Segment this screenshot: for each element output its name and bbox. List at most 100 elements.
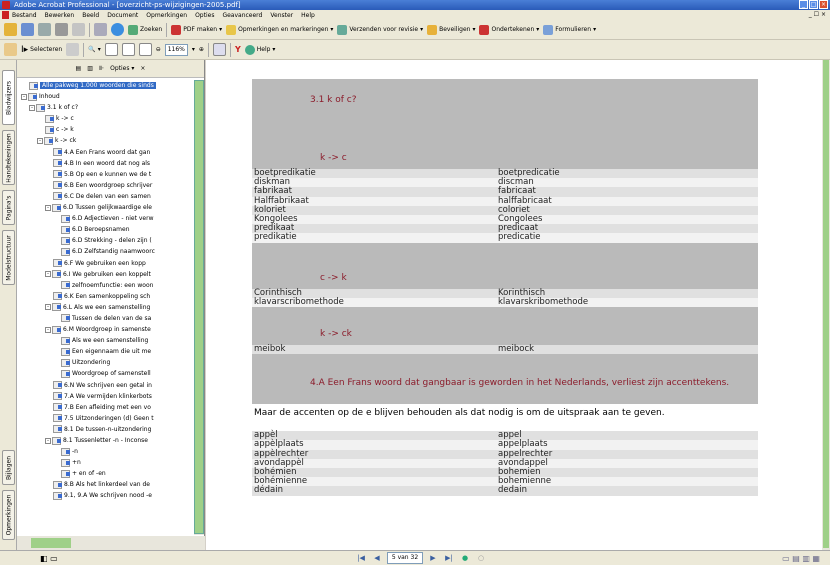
bookmark-item[interactable]: - 6.M Woordgroep in samenste: [17, 324, 193, 335]
bookmark-item[interactable]: - 6.D Tussen gelijkwaardige ele: [17, 202, 193, 213]
fit-width-icon[interactable]: [138, 43, 152, 56]
collapse-toggle-icon[interactable]: -: [45, 271, 51, 278]
edit-icon[interactable]: [94, 23, 107, 36]
bookmark-item[interactable]: -n: [17, 446, 193, 457]
menu-item-beeld[interactable]: Beeld: [82, 12, 99, 19]
mdi-controls[interactable]: _ ☐ ×: [809, 10, 826, 20]
scroll-thumb[interactable]: [194, 80, 204, 534]
bookmark-item[interactable]: 4.A Een Frans woord dat gan: [17, 147, 193, 158]
navtab-handtekeningen[interactable]: Handtekeningen: [2, 130, 15, 185]
bookmark-item[interactable]: k -> c: [17, 113, 193, 124]
navtab-bladwijzers[interactable]: Bladwijzers: [2, 70, 15, 125]
menu-item-opties[interactable]: Opties: [195, 12, 214, 19]
restore-button[interactable]: □: [809, 0, 818, 9]
menu-item-help[interactable]: Help: [301, 12, 315, 19]
zoom-in-button[interactable]: ⊕: [199, 46, 204, 53]
bookmark-item[interactable]: Tussen de delen van de sa: [17, 313, 193, 324]
next-page-button[interactable]: ▶: [427, 553, 439, 563]
prev-page-button[interactable]: ◀: [371, 553, 383, 563]
bookmark-item[interactable]: 5.B Op een e kunnen we de t: [17, 169, 193, 180]
rotate-icon[interactable]: [212, 43, 226, 56]
save-icon[interactable]: [38, 23, 51, 36]
bookmark-item[interactable]: Een eigennaam die uit me: [17, 346, 193, 357]
zoom-field[interactable]: 116%: [164, 43, 188, 56]
menu-item-venster[interactable]: Venster: [270, 12, 293, 19]
collapse-toggle-icon[interactable]: -: [29, 104, 35, 111]
comments-button[interactable]: Opmerkingen en markeringen ▾: [226, 24, 333, 35]
open-icon[interactable]: [4, 23, 17, 36]
bookmark-item[interactable]: zelfnoemfunctie: een woon: [17, 280, 193, 291]
snapshot-icon[interactable]: [66, 43, 80, 56]
expand-bookmark-icon[interactable]: ⊪: [99, 65, 104, 72]
collapse-toggle-icon[interactable]: -: [21, 93, 27, 100]
page-layout-icons[interactable]: ▭ ▤ ▥ ▦: [782, 554, 820, 563]
close-panel-icon[interactable]: ×: [140, 65, 145, 72]
bookmark-item[interactable]: Alle pakweg 1.000 woorden die sinds: [17, 80, 193, 91]
bookmark-item[interactable]: - 3.1 k of c?: [17, 102, 193, 113]
collapse-toggle-icon[interactable]: -: [45, 304, 51, 311]
forms-button[interactable]: Formulieren ▾: [543, 24, 596, 35]
bookmark-item[interactable]: - 6.I We gebruiken een koppelt: [17, 269, 193, 280]
bookmark-item[interactable]: 8.B Als het linkerdeel van de: [17, 479, 193, 490]
adobe-button[interactable]: Y: [235, 45, 241, 54]
menu-item-bestand[interactable]: Bestand: [12, 12, 37, 19]
page-indicator[interactable]: 5 van 32: [387, 552, 423, 564]
collapse-toggle-icon[interactable]: -: [45, 326, 51, 333]
bookmark-item[interactable]: - Inhoud: [17, 91, 193, 102]
bookmark-item[interactable]: 8.1 De tussen-n-uitzondering: [17, 424, 193, 435]
search-button[interactable]: Zoeken: [128, 24, 162, 35]
menu-item-document[interactable]: Document: [107, 12, 138, 19]
document-scrollbar[interactable]: [822, 60, 830, 550]
bookmark-item[interactable]: 6.D Beroepsnamen: [17, 224, 193, 235]
bookmark-item[interactable]: - k -> ck: [17, 135, 193, 146]
bookmark-item[interactable]: 6.B Een woordgroep schrijver: [17, 180, 193, 191]
bookmark-item[interactable]: 7.B Een afleiding met een vo: [17, 402, 193, 413]
secure-button[interactable]: Beveiligen ▾: [427, 24, 475, 35]
bookmark-item[interactable]: Uitzondering: [17, 357, 193, 368]
collapse-toggle-icon[interactable]: -: [45, 437, 51, 444]
scroll-thumb[interactable]: [823, 60, 829, 548]
fit-page-icon[interactable]: [121, 43, 135, 56]
last-page-button[interactable]: ▶|: [443, 553, 455, 563]
menu-item-opmerkingen[interactable]: Opmerkingen: [146, 12, 187, 19]
minimize-button[interactable]: _: [799, 0, 808, 9]
bookmark-item[interactable]: 4.B In een woord dat nog als: [17, 158, 193, 169]
bookmark-item[interactable]: Woordgroep of samenstell: [17, 368, 193, 379]
sign-button[interactable]: Ondertekenen ▾: [479, 24, 539, 35]
bookmark-item[interactable]: 9.1, 9.A We schrijven nood -e: [17, 490, 193, 501]
bookmark-item[interactable]: +n: [17, 457, 193, 468]
email-icon[interactable]: [72, 23, 85, 36]
bookmark-item[interactable]: 6.C De delen van een samen: [17, 191, 193, 202]
send-review-button[interactable]: Verzenden voor revisie ▾: [337, 24, 423, 35]
bookmarks-hscrollbar[interactable]: [17, 536, 205, 550]
navtab-bijlagen[interactable]: Bijlagen: [2, 450, 15, 485]
options-menu[interactable]: Opties ▾: [110, 65, 134, 72]
zoom-out-button[interactable]: ⊖: [156, 46, 161, 53]
menu-item-bewerken[interactable]: Bewerken: [45, 12, 75, 19]
select-button[interactable]: I▸ Selecteren: [21, 45, 62, 55]
bookmark-item[interactable]: 7.A We vermijden klinkerbots: [17, 391, 193, 402]
bookmark-item[interactable]: 6.D Strekking - delen zijn (: [17, 235, 193, 246]
bookmark-item[interactable]: 6.D Adjectieven - niet verw: [17, 213, 193, 224]
collapse-toggle-icon[interactable]: -: [37, 137, 43, 144]
bookmarks-scrollbar[interactable]: [194, 80, 204, 535]
bookmark-item[interactable]: 6.N We schrijven een getal in: [17, 380, 193, 391]
bookmark-item[interactable]: c -> k: [17, 124, 193, 135]
prev-view-icon[interactable]: ●: [459, 553, 471, 563]
collapse-toggle-icon[interactable]: -: [45, 204, 51, 211]
create-pdf-button[interactable]: PDF maken ▾: [171, 24, 222, 35]
navtab-paginas[interactable]: Pagina's: [2, 190, 15, 225]
zoom-tool-button[interactable]: 🔍 ▾: [88, 46, 101, 53]
bookmark-item[interactable]: 6.F We gebruiken een kopp: [17, 258, 193, 269]
actual-size-icon[interactable]: [104, 43, 118, 56]
hand-icon[interactable]: [4, 43, 17, 56]
bookmark-item[interactable]: 6.D Zelfstandig naamwoorc: [17, 246, 193, 257]
bookmark-item[interactable]: - 8.1 Tussenletter -n - Inconse: [17, 435, 193, 446]
navtab-modelstructuur[interactable]: Modelstructuur: [2, 230, 15, 285]
first-page-button[interactable]: |◀: [355, 553, 367, 563]
new-bookmark-icon[interactable]: ▤: [76, 65, 82, 72]
delete-bookmark-icon[interactable]: ▥: [87, 65, 93, 72]
zoom-dropdown-icon[interactable]: ▾: [192, 46, 195, 53]
menu-item-geavanceerd[interactable]: Geavanceerd: [222, 12, 262, 19]
help-button[interactable]: Help ▾: [244, 44, 275, 55]
